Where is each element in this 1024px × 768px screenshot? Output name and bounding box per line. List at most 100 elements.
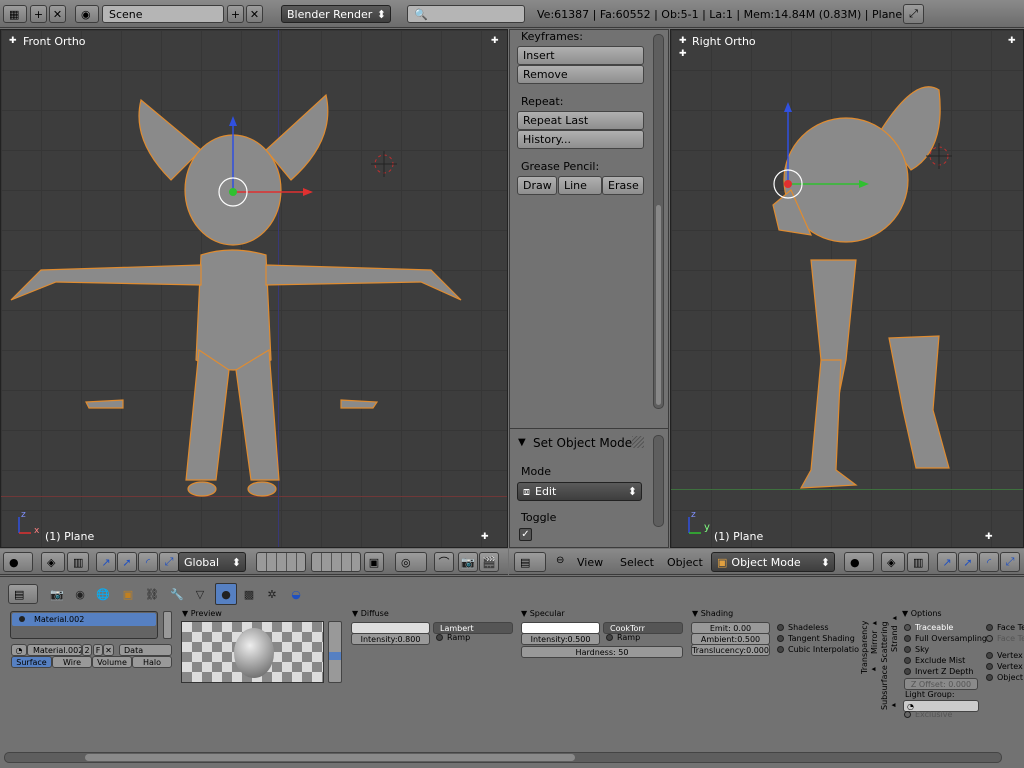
snap-element-menu[interactable]: ⌒ — [434, 552, 454, 572]
snap-toggle[interactable]: ▥ — [67, 552, 89, 572]
grease-line-button[interactable]: Line — [558, 176, 602, 195]
surface-tab[interactable]: Surface — [11, 656, 52, 668]
orientation-select[interactable]: Global ⬍ — [178, 552, 246, 572]
operator-collapse-icon[interactable]: ▼ — [518, 437, 526, 448]
material-users-count[interactable]: 2 — [82, 644, 92, 656]
wire-tab[interactable]: Wire — [52, 656, 92, 668]
add-screen-button[interactable]: + — [30, 5, 47, 23]
face-textures-alpha-checkbox[interactable]: Face Te — [986, 634, 1024, 643]
toggle-checkbox[interactable]: ✓ — [519, 528, 532, 541]
exclusive-checkbox[interactable]: Exclusive — [904, 710, 952, 719]
translate-icon-button[interactable]: ➚ — [958, 552, 978, 572]
search-field[interactable]: 🔍 — [407, 5, 525, 23]
character-model[interactable] — [1, 30, 508, 548]
material-browse-button[interactable]: ◔ — [11, 644, 27, 656]
material-name-field[interactable]: Material.002 — [27, 644, 82, 656]
properties-horizontal-scrollbar[interactable] — [4, 752, 1002, 763]
unlink-material-button[interactable]: ✕ — [103, 644, 114, 656]
manipulator-translate[interactable]: ↗ — [937, 552, 957, 572]
volume-tab[interactable]: Volume — [92, 656, 132, 668]
vertex-color-light-checkbox[interactable]: Vertex C — [986, 662, 1024, 671]
snap-toggle[interactable]: ▥ — [907, 552, 929, 572]
traceable-checkbox[interactable]: Traceable — [904, 623, 953, 632]
sky-checkbox[interactable]: Sky — [904, 645, 929, 654]
view-corner-icon[interactable]: ✚ — [985, 532, 993, 542]
view-menu[interactable]: View — [577, 556, 603, 569]
z-offset-slider[interactable]: Z Offset: 0.000 — [904, 678, 978, 690]
history-button[interactable]: History... — [517, 130, 644, 149]
mirror-panel-tab[interactable]: Mirror ▸ — [870, 612, 879, 654]
remove-keyframe-button[interactable]: Remove — [517, 65, 644, 84]
face-textures-checkbox[interactable]: Face Tex — [986, 623, 1024, 632]
tool-shelf-scrollbar[interactable] — [653, 34, 664, 409]
diffuse-intensity-slider[interactable]: Intensity:0.800 — [351, 633, 430, 645]
layers-block-2[interactable] — [311, 552, 361, 572]
material-slot-list[interactable]: Material.002 — [10, 611, 158, 639]
diffuse-ramp-checkbox[interactable]: Ramp — [436, 633, 470, 642]
translucency-slider[interactable]: Translucency:0.000 — [691, 644, 770, 656]
modifiers-context-icon[interactable]: 🔧 — [168, 585, 186, 603]
screen-layout-menu[interactable]: ▦ — [3, 5, 27, 23]
interaction-mode-select[interactable]: ▣ Object Mode ⬍ — [711, 552, 835, 572]
delete-screen-button[interactable]: ✕ — [49, 5, 66, 23]
delete-scene-button[interactable]: ✕ — [246, 5, 263, 23]
drag-handle-icon[interactable] — [632, 436, 644, 448]
render-context-icon[interactable]: 📷 — [48, 585, 66, 603]
grease-erase-button[interactable]: Erase — [602, 176, 644, 195]
grease-draw-button[interactable]: Draw — [517, 176, 557, 195]
render-engine-select[interactable]: Blender Render ⬍ — [281, 5, 391, 23]
halo-tab[interactable]: Halo — [132, 656, 172, 668]
texture-context-icon[interactable]: ▩ — [240, 585, 258, 603]
mode-select[interactable]: ⧈ Edit ⬍ — [517, 482, 642, 501]
render-anim-button[interactable]: 🎬 — [479, 552, 499, 572]
fullscreen-button[interactable]: ⤢ — [903, 4, 924, 24]
vertex-color-paint-checkbox[interactable]: Vertex C — [986, 651, 1024, 660]
material-context-icon[interactable]: ● — [215, 583, 237, 605]
specular-header[interactable]: ▼ Specular — [521, 609, 565, 618]
collapse-header-icon[interactable]: ⊖ — [556, 555, 564, 566]
layer-lock-button[interactable]: ▣ — [364, 552, 384, 572]
preview-header[interactable]: ▼ Preview — [182, 609, 222, 618]
proportional-edit-menu[interactable]: ◎ — [395, 552, 427, 572]
material-link-select[interactable]: Data — [119, 644, 172, 656]
render-still-button[interactable]: 📷 — [458, 552, 478, 572]
character-model-side[interactable] — [671, 30, 1024, 548]
pivot-menu[interactable]: ◈ — [41, 552, 65, 572]
rotate-icon-button[interactable]: ◜ — [979, 552, 999, 572]
add-scene-button[interactable]: + — [227, 5, 244, 23]
physics-context-icon[interactable]: ◒ — [287, 585, 305, 603]
cubic-interpolation-checkbox[interactable]: Cubic Interpolatio — [777, 645, 859, 654]
editor-type-menu[interactable]: ● — [3, 552, 33, 572]
rotate-icon-button[interactable]: ◜ — [138, 552, 158, 572]
select-menu[interactable]: Select — [620, 556, 654, 569]
exclude-mist-checkbox[interactable]: Exclude Mist — [904, 656, 965, 665]
scale-icon-button[interactable]: ⤢ — [1000, 552, 1020, 572]
object-context-icon[interactable]: ▣ — [119, 585, 137, 603]
scale-icon-button[interactable]: ⤢ — [159, 552, 179, 572]
view-corner-icon[interactable]: ✚ — [481, 532, 489, 542]
preview-type-buttons[interactable] — [328, 621, 342, 683]
scene-context-icon[interactable]: ◉ — [71, 585, 89, 603]
material-slot-item[interactable]: Material.002 — [12, 613, 156, 626]
fake-user-button[interactable]: F — [93, 644, 103, 656]
pivot-menu[interactable]: ◈ — [881, 552, 905, 572]
constraints-context-icon[interactable]: ⛓ — [143, 585, 161, 603]
material-slot-buttons[interactable] — [163, 611, 172, 639]
shadeless-checkbox[interactable]: Shadeless — [777, 623, 829, 632]
options-header[interactable]: ▼ Options — [902, 609, 942, 618]
specular-intensity-slider[interactable]: Intensity:0.500 — [521, 633, 600, 645]
world-context-icon[interactable]: 🌐 — [94, 585, 112, 603]
repeat-last-button[interactable]: Repeat Last — [517, 111, 644, 130]
properties-editor-menu[interactable]: ▤ — [8, 584, 38, 604]
translate-icon-button[interactable]: ➚ — [117, 552, 137, 572]
scene-menu[interactable]: ◉ — [75, 5, 99, 23]
diffuse-header[interactable]: ▼ Diffuse — [352, 609, 389, 618]
data-context-icon[interactable]: ▽ — [191, 585, 209, 603]
operator-scrollbar[interactable] — [653, 435, 664, 527]
invert-z-checkbox[interactable]: Invert Z Depth — [904, 667, 973, 676]
particles-context-icon[interactable]: ✲ — [263, 585, 281, 603]
hardness-slider[interactable]: Hardness: 50 — [521, 646, 683, 658]
insert-keyframe-button[interactable]: Insert — [517, 46, 644, 65]
full-oversampling-checkbox[interactable]: Full Oversampling — [904, 634, 987, 643]
viewport-shading-menu[interactable]: ● — [844, 552, 874, 572]
